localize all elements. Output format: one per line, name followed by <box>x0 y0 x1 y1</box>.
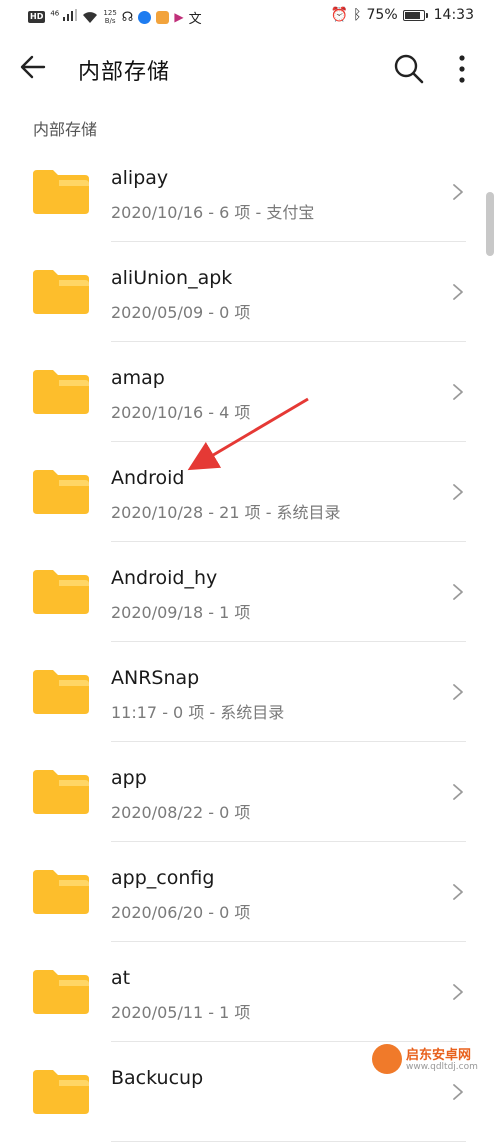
folder-icon <box>33 1070 89 1114</box>
watermark-url: www.qdltdj.com <box>406 1062 478 1072</box>
folder-meta: 11:17 - 0 项 - 系统目录 <box>111 703 285 722</box>
breadcrumb[interactable]: 内部存储 <box>33 116 97 140</box>
folder-name: Backucup <box>111 1067 204 1089</box>
watermark-icon <box>372 1044 402 1074</box>
app-notification-icon: 文 <box>188 11 202 27</box>
folder-list: alipay 2020/10/16 - 6 项 - 支付宝 aliUnion_apk… <box>0 142 500 1142</box>
more-vertical-icon <box>459 55 465 83</box>
folder-meta: 2020/06/20 - 0 项 <box>111 903 251 922</box>
network-speed: 125 B/s <box>103 9 117 25</box>
folder-icon <box>33 170 89 214</box>
battery-icon <box>402 9 428 21</box>
chevron-right-icon <box>453 484 463 500</box>
folder-row[interactable]: Android 2020/10/28 - 21 项 - 系统目录 <box>0 442 500 542</box>
folder-name: alipay <box>111 167 169 189</box>
status-right-icons: ⏰ ᛒ 75% 14:33 <box>331 7 474 23</box>
chevron-right-icon <box>453 384 463 400</box>
hd-badge: HD <box>28 11 46 23</box>
folder-icon <box>33 570 89 614</box>
folder-name: ANRSnap <box>111 667 200 689</box>
folder-row[interactable]: app 2020/08/22 - 0 项 <box>0 742 500 842</box>
search-button[interactable] <box>392 52 432 88</box>
folder-icon <box>33 770 89 814</box>
battery-percent: 75% <box>366 7 398 23</box>
folder-row[interactable]: Android_hy 2020/09/18 - 1 项 <box>0 542 500 642</box>
app-notification-icon <box>156 10 170 24</box>
folder-icon <box>33 470 89 514</box>
back-button[interactable] <box>18 52 58 88</box>
folder-icon <box>33 670 89 714</box>
folder-meta: 2020/10/16 - 6 项 - 支付宝 <box>111 203 315 222</box>
app-bar: 内部存储 <box>0 36 500 104</box>
chevron-right-icon <box>453 184 463 200</box>
watermark-brand: 启东安卓网 <box>406 1048 472 1063</box>
status-bar: HD 46 125 B/s ☊ ▶ 文 ⏰ ᛒ 75% 14:33 <box>0 0 500 36</box>
status-left-icons: HD 46 125 B/s ☊ ▶ 文 <box>28 6 202 28</box>
folder-name: app_config <box>111 867 215 889</box>
chevron-right-icon <box>453 884 463 900</box>
folder-name: Android_hy <box>111 567 218 589</box>
folder-meta: 2020/10/28 - 21 项 - 系统目录 <box>111 503 341 522</box>
bluetooth-icon: ᛒ <box>353 7 362 23</box>
folder-meta: 2020/08/22 - 0 项 <box>111 803 251 822</box>
folder-name: Android <box>111 467 185 489</box>
chevron-right-icon <box>453 1084 463 1100</box>
more-options-button[interactable] <box>452 52 482 88</box>
chevron-right-icon <box>453 984 463 1000</box>
folder-row[interactable]: amap 2020/10/16 - 4 项 <box>0 342 500 442</box>
folder-meta: 2020/05/11 - 1 项 <box>111 1003 251 1022</box>
search-icon <box>394 54 424 84</box>
back-arrow-icon <box>20 55 46 79</box>
chevron-right-icon <box>453 284 463 300</box>
scrollbar-thumb[interactable] <box>486 192 494 256</box>
folder-icon <box>33 270 89 314</box>
folder-icon <box>33 370 89 414</box>
folder-icon <box>33 870 89 914</box>
page-title: 内部存储 <box>78 60 171 85</box>
folder-name: at <box>111 967 131 989</box>
headset-icon: ☊ <box>121 9 134 25</box>
watermark-logo: 启东安卓网 www.qdltdj.com <box>372 1042 500 1084</box>
folder-icon <box>33 970 89 1014</box>
folder-row[interactable]: at 2020/05/11 - 1 项 <box>0 942 500 1042</box>
folder-row[interactable]: ANRSnap 11:17 - 0 项 - 系统目录 <box>0 642 500 742</box>
play-icon: ▶ <box>174 10 184 24</box>
folder-row[interactable]: app_config 2020/06/20 - 0 项 <box>0 842 500 942</box>
clock: 14:33 <box>433 7 474 23</box>
folder-row[interactable]: aliUnion_apk 2020/05/09 - 0 项 <box>0 242 500 342</box>
folder-name: amap <box>111 367 165 389</box>
signal-icon: 46 <box>50 9 78 25</box>
folder-meta: 2020/05/09 - 0 项 <box>111 303 251 322</box>
folder-meta: 2020/10/16 - 4 项 <box>111 403 251 422</box>
folder-name: app <box>111 767 147 789</box>
chevron-right-icon <box>453 784 463 800</box>
wifi-icon <box>83 11 98 23</box>
app-notification-icon <box>138 10 152 24</box>
chevron-right-icon <box>453 584 463 600</box>
chevron-right-icon <box>453 684 463 700</box>
alarm-icon: ⏰ <box>330 7 349 23</box>
folder-name: aliUnion_apk <box>111 267 233 289</box>
folder-meta: 2020/09/18 - 1 项 <box>111 603 251 622</box>
folder-row[interactable]: alipay 2020/10/16 - 6 项 - 支付宝 <box>0 142 500 242</box>
